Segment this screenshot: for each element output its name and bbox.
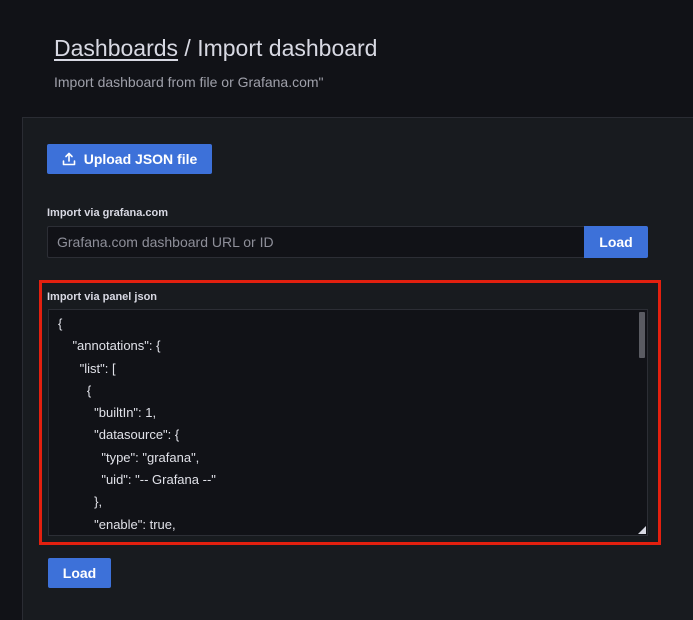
grafana-com-input[interactable] (47, 226, 584, 258)
panel-json-load-button[interactable]: Load (48, 558, 111, 588)
textarea-scrollbar[interactable] (639, 312, 645, 358)
panel-json-content: { "annotations": { "list": [ { "builtIn"… (58, 316, 216, 532)
page-header: Dashboards / Import dashboard Import das… (54, 34, 377, 90)
breadcrumb-separator: / (178, 35, 198, 61)
upload-icon (62, 152, 76, 166)
upload-json-button[interactable]: Upload JSON file (47, 144, 212, 174)
page-subtitle: Import dashboard from file or Grafana.co… (54, 74, 324, 90)
panel-json-label: Import via panel json (47, 291, 158, 303)
breadcrumb-dashboards-link[interactable]: Dashboards (54, 35, 178, 61)
upload-json-label: Upload JSON file (83, 151, 198, 167)
grafana-com-load-button[interactable]: Load (584, 226, 648, 258)
page-title-text: Import dashboard (197, 35, 378, 61)
import-panel: Upload JSON file Import via grafana.com … (22, 117, 693, 620)
page-title: Dashboards / Import dashboard (54, 34, 377, 62)
panel-json-textarea[interactable]: { "annotations": { "list": [ { "builtIn"… (48, 309, 648, 536)
grafana-com-label: Import via grafana.com (47, 207, 169, 219)
